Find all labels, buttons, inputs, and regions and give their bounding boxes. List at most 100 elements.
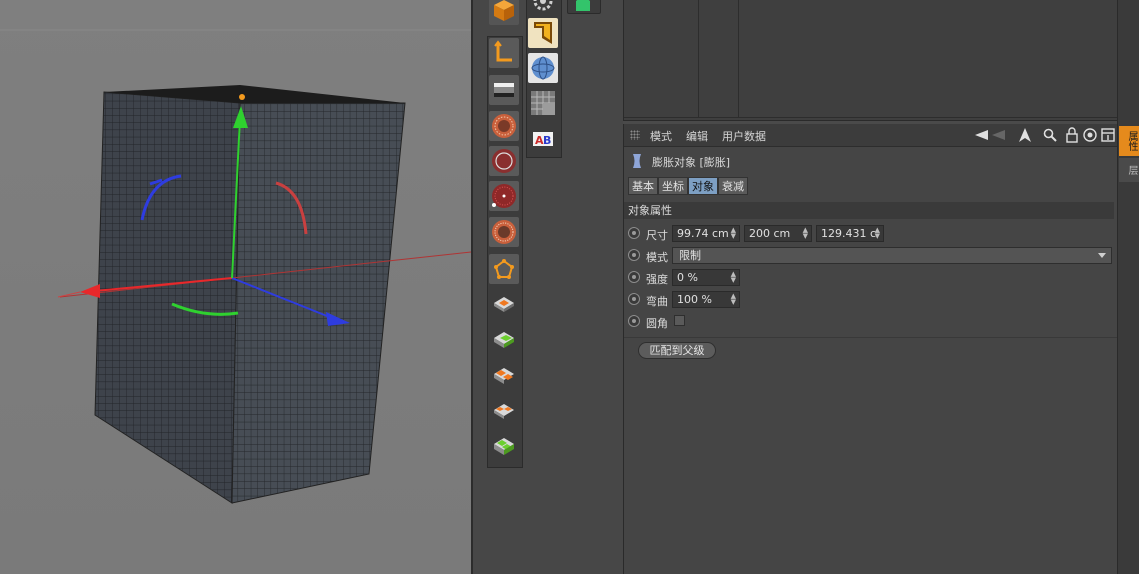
object-origin-point: [239, 94, 245, 100]
row-divider: [624, 117, 1118, 118]
size-y-field[interactable]: 200 cm ▲ ▼: [744, 225, 812, 242]
melt-deformer-button[interactable]: [489, 181, 519, 211]
strength-value: 0 %: [677, 271, 698, 284]
curvature-field[interactable]: 100 % ▲ ▼: [672, 291, 740, 308]
size-label: 尺寸: [646, 229, 668, 242]
menu-mode[interactable]: 模式: [650, 128, 672, 144]
tab-basic[interactable]: 基本: [628, 177, 658, 195]
green-tool-button[interactable]: [567, 0, 601, 14]
viewport-3d[interactable]: [0, 0, 471, 574]
bend-icon: [494, 40, 512, 62]
gradient-bar-icon: [494, 83, 514, 97]
extrude-icon: [534, 22, 552, 44]
panel-grip-icon[interactable]: [630, 130, 640, 140]
round-checkbox[interactable]: [674, 315, 685, 326]
attribute-manager: 模式 编辑 用户数据 膨胀对象 [膨胀] 基本 坐标 对象 衰减 对象属性 尺寸…: [623, 124, 1118, 574]
mode-label: 模式: [646, 251, 668, 264]
ring-burst-icon: [492, 149, 516, 173]
target-icon[interactable]: [1082, 127, 1098, 143]
spinner-icon[interactable]: ▲ ▼: [731, 293, 736, 306]
gear-tool-button[interactable]: [528, 0, 558, 16]
tool-strip: A B: [473, 0, 623, 574]
plane-deformer-button[interactable]: [489, 289, 519, 319]
spinner-icon[interactable]: ▲ ▼: [875, 227, 880, 240]
forward-arrow-icon[interactable]: [990, 127, 1006, 143]
tab-object[interactable]: 对象: [688, 177, 718, 195]
size-animate-radio[interactable]: [628, 227, 640, 239]
surface-deformer-button[interactable]: [489, 325, 519, 355]
spline-deformer-button[interactable]: [489, 396, 519, 426]
gear-icon: [533, 0, 553, 11]
shatter-deformer-button[interactable]: [489, 146, 519, 176]
object-manager[interactable]: [623, 0, 1118, 121]
checker-object-button[interactable]: [528, 88, 558, 118]
spinner-icon[interactable]: ▲ ▼: [731, 271, 736, 284]
tile-orange-icon: [494, 297, 514, 312]
explosion-deformer-button[interactable]: [489, 111, 519, 141]
prop-row-strength: 强度 0 % ▲ ▼: [624, 268, 1118, 288]
object-title-row: 膨胀对象 [膨胀]: [624, 152, 1118, 170]
morph-tag-button[interactable]: A B: [528, 124, 558, 154]
lock-icon[interactable]: [1064, 127, 1080, 143]
sun-burst-icon: [492, 220, 516, 244]
menu-user-data[interactable]: 用户数据: [722, 128, 766, 144]
tile-orange-pair-icon: [494, 404, 514, 419]
object-title: 膨胀对象 [膨胀]: [652, 156, 731, 169]
mode-dropdown[interactable]: 限制: [672, 247, 1112, 264]
axis-x-arrow: [80, 284, 100, 298]
squash-deformer-button[interactable]: [489, 361, 519, 391]
extrude-object-button[interactable]: [528, 18, 558, 48]
column-divider[interactable]: [698, 0, 699, 118]
burst-icon: [492, 114, 516, 138]
mode-value: 限制: [679, 249, 701, 262]
bulge-object-icon: [630, 153, 644, 169]
side-tab-strip: 属性 层: [1117, 0, 1139, 574]
spinner-icon[interactable]: ▲ ▼: [731, 227, 736, 240]
new-panel-icon[interactable]: [1100, 127, 1116, 143]
polygon-reduction-button[interactable]: [489, 254, 519, 284]
column-divider[interactable]: [738, 0, 739, 118]
tile-green-stack-icon: [494, 438, 514, 455]
size-z-field[interactable]: 129.431 c ▲ ▼: [816, 225, 884, 242]
round-label: 圆角: [646, 317, 668, 330]
menu-edit[interactable]: 编辑: [686, 128, 708, 144]
svg-text:B: B: [543, 134, 551, 147]
size-x-value: 99.74 cm: [677, 227, 729, 240]
tab-falloff[interactable]: 衰减: [718, 177, 748, 195]
back-arrow-icon[interactable]: [974, 127, 990, 143]
dot-burst-icon: [492, 184, 516, 208]
match-to-parent-button[interactable]: 匹配到父级: [638, 342, 716, 359]
side-tab-layers[interactable]: 层: [1119, 158, 1139, 182]
strength-animate-radio[interactable]: [628, 271, 640, 283]
ab-morph-icon: A B: [533, 132, 553, 147]
bulge-deformer-button[interactable]: [489, 75, 519, 105]
spinner-icon[interactable]: ▲ ▼: [803, 227, 808, 240]
checker-icon: [531, 91, 555, 115]
round-animate-radio[interactable]: [628, 315, 640, 327]
cube-tool-button[interactable]: [489, 0, 519, 25]
chevron-down-icon: [1098, 253, 1106, 258]
side-tab-attributes[interactable]: 属性: [1119, 126, 1139, 156]
mode-animate-radio[interactable]: [628, 249, 640, 261]
tile-green-icon: [494, 332, 514, 348]
search-icon[interactable]: [1042, 127, 1058, 143]
pentagon-icon: [494, 259, 514, 279]
cube-icon: [489, 0, 519, 25]
box-right-face: [231, 102, 406, 504]
cursor-pointer-icon[interactable]: [1017, 127, 1033, 143]
sphere-object-button[interactable]: [528, 53, 558, 83]
prop-row-round: 圆角: [624, 312, 1118, 332]
size-x-field[interactable]: 99.74 cm ▲ ▼: [672, 225, 740, 242]
curvature-animate-radio[interactable]: [628, 293, 640, 305]
wrap-deformer-button[interactable]: [489, 217, 519, 247]
sphere-icon: [531, 56, 555, 80]
box-left-face: [94, 91, 241, 504]
section-header-object-properties: 对象属性: [624, 202, 1114, 219]
tile-orange-stack-icon: [494, 368, 514, 384]
prop-row-size: 尺寸 99.74 cm ▲ ▼ 200 cm ▲ ▼ 129.431 c ▲ ▼: [624, 224, 1118, 244]
green-shape-icon: [576, 0, 590, 11]
bend-deformer-button[interactable]: [489, 38, 519, 68]
strength-field[interactable]: 0 % ▲ ▼: [672, 269, 740, 286]
spline-rail-button[interactable]: [489, 432, 519, 462]
tab-coordinates[interactable]: 坐标: [658, 177, 688, 195]
